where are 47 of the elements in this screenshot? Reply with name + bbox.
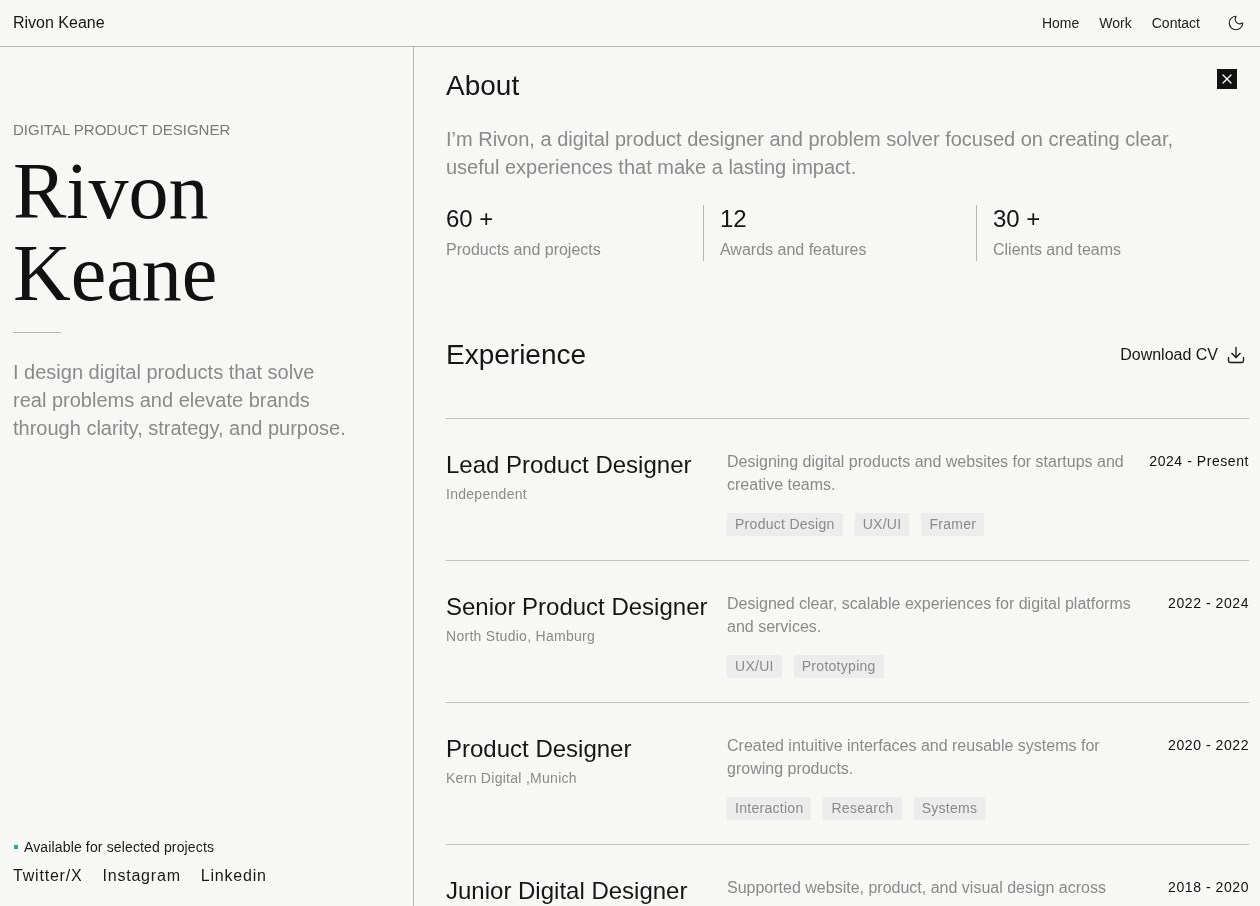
skill-tag: Interaction — [727, 797, 812, 820]
job-title: Product Designer — [446, 734, 632, 764]
nav-link[interactable]: Work — [1099, 13, 1132, 33]
social-link[interactable]: Instagram — [102, 865, 181, 887]
close-button[interactable] — [1217, 69, 1237, 89]
skill-tag: Framer — [921, 513, 985, 536]
stat-value: 30 + — [993, 205, 1041, 233]
download-cv-button[interactable]: Download CV — [1120, 344, 1246, 366]
about-heading: About — [446, 69, 520, 103]
job-description: Designing digital products and websites for startups and creative teams. — [727, 452, 1125, 495]
skill-tag: Prototyping — [793, 655, 884, 678]
company-name: Independent — [446, 485, 527, 504]
experience-heading: Experience — [446, 338, 587, 372]
name-heading: Rivon Keane — [13, 150, 219, 314]
company-name: North Studio, Hamburg — [446, 627, 596, 646]
job-description: Created intuitive interfaces and reusable systems for growing products. — [727, 736, 1101, 779]
nav-link[interactable]: Contact — [1151, 13, 1200, 33]
job-title: Lead Product Designer — [446, 450, 692, 480]
job-period: 2020 - 2022 — [1168, 736, 1249, 755]
about-intro: I’m Rivon, a digital product designer and problem solver focused on creating clear, useful experiences that make a lasting impact. — [446, 127, 1175, 180]
brand-name[interactable]: Rivon Keane — [13, 13, 105, 33]
download-icon — [1226, 345, 1246, 365]
skill-tag: Systems — [913, 797, 986, 820]
role-eyebrow: DIGITAL PRODUCT DESIGNER — [13, 120, 231, 140]
job-title: Senior Product Designer — [446, 592, 708, 622]
job-period: 2018 - 2020 — [1168, 878, 1249, 897]
bio-text: I design digital products that solve real problems and elevate brands through clarity, strategy, and purpose. — [13, 360, 347, 441]
stat-label: Clients and teams — [993, 240, 1122, 260]
theme-toggle-moon-icon[interactable] — [1227, 14, 1245, 32]
skill-tag: Research — [823, 797, 902, 820]
social-link[interactable]: Linkedin — [200, 865, 267, 887]
stat-value: 12 — [720, 205, 747, 233]
company-name: Kern Digital ,Munich — [446, 769, 577, 788]
job-title: Junior Digital Designer — [446, 876, 688, 906]
stat-label: Awards and features — [720, 240, 867, 260]
job-description: Supported website, product, and visual design across — [727, 878, 1107, 898]
job-period: 2022 - 2024 — [1168, 594, 1249, 613]
skill-tag: UX/UI — [854, 513, 910, 536]
skill-tag: UX/UI — [727, 655, 782, 678]
skill-tag: Product Design — [727, 513, 843, 536]
stat-value: 60 + — [446, 205, 494, 233]
stat-label: Products and projects — [446, 240, 601, 260]
nav-link[interactable]: Home — [1041, 13, 1080, 33]
availability-text: Available for selected projects — [24, 838, 215, 857]
job-period: 2024 - Present — [1149, 452, 1249, 471]
job-description: Designed clear, scalable experiences for digital platforms and services. — [727, 594, 1132, 637]
social-link[interactable]: Twitter/X — [13, 865, 83, 887]
